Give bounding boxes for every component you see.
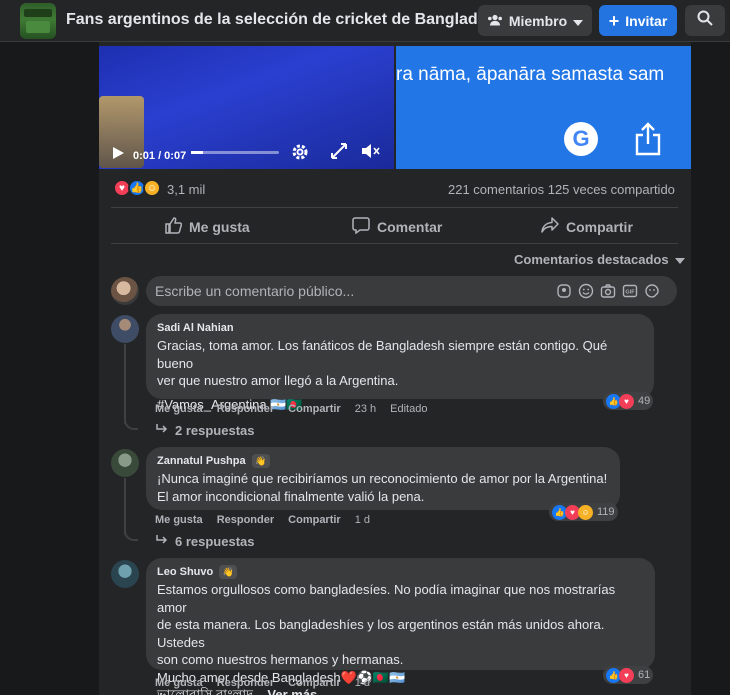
comment-reaction-count: 119 xyxy=(597,506,615,518)
comment-reply-link[interactable]: Responder xyxy=(217,514,274,526)
comment-bubble: Zannatul Pushpa 👋 ¡Nunca imaginé que rec… xyxy=(146,447,620,510)
gif-icon[interactable]: GIF xyxy=(622,283,638,299)
love-reaction-icon: ♥ xyxy=(619,393,634,409)
translation-panel: ra nāma, āpanāra samasta sam G xyxy=(396,46,691,169)
comment-reaction-count: 49 xyxy=(638,395,651,407)
comments-shares-count[interactable]: 221 comentarios 125 veces compartido xyxy=(448,182,675,197)
comment-share-link[interactable]: Compartir xyxy=(288,677,341,689)
comment-reaction-count: 61 xyxy=(638,669,651,681)
reply-arrow-icon xyxy=(155,423,169,438)
sticker-avatar-icon[interactable] xyxy=(556,283,572,299)
comment-author[interactable]: Sadi Al Nahian xyxy=(157,322,234,334)
comment-reactions[interactable]: 👍 ♥ 49 xyxy=(603,392,654,410)
comment-meta: Me gusta Responder Compartir 23 h Editad… xyxy=(155,403,427,415)
member-button[interactable]: Miembro xyxy=(478,5,592,36)
share-action-button[interactable]: Compartir xyxy=(541,216,633,237)
plus-icon: + xyxy=(608,10,620,31)
video-time: 0:01 / 0:07 xyxy=(133,150,187,162)
group-cover-thumbnail[interactable] xyxy=(20,3,56,39)
google-icon[interactable]: G xyxy=(564,122,598,156)
share-action-label: Compartir xyxy=(566,218,633,235)
comment-like-link[interactable]: Me gusta xyxy=(155,514,203,526)
thumbs-up-icon xyxy=(164,216,183,237)
commenter-avatar[interactable] xyxy=(111,315,139,343)
caret-down-icon xyxy=(674,252,685,267)
care-reaction-icon: ☺ xyxy=(578,504,593,520)
commenter-avatar[interactable] xyxy=(111,560,139,588)
members-icon xyxy=(487,13,503,29)
reactions-count[interactable]: 3,1 mil xyxy=(167,182,205,197)
svg-text:GIF: GIF xyxy=(625,290,635,296)
like-action-label: Me gusta xyxy=(189,218,250,235)
comment-meta: Me gusta Responder Compartir 1 d xyxy=(155,514,370,526)
comment-text: Gracias, toma amor. Los fanáticos de Ban… xyxy=(157,338,608,388)
translation-text: ra nāma, āpanāra samasta sam xyxy=(396,64,665,85)
comment-reactions[interactable]: 👍 ♥ 61 xyxy=(603,666,654,684)
video-player[interactable]: 0:01 / 0:07 xyxy=(99,46,394,169)
comment-sort-dropdown[interactable]: Comentarios destacados xyxy=(514,252,685,267)
comment-like-link[interactable]: Me gusta xyxy=(155,677,203,689)
search-button[interactable] xyxy=(685,5,725,36)
member-button-label: Miembro xyxy=(508,12,568,29)
user-avatar[interactable] xyxy=(111,277,139,305)
comment-reactions[interactable]: 👍 ♥ ☺ 119 xyxy=(549,503,618,521)
camera-icon[interactable] xyxy=(600,283,616,299)
invite-button[interactable]: + Invitar xyxy=(599,5,677,36)
comment-bubble: Leo Shuvo 👋 Estamos orgullosos como bang… xyxy=(146,558,655,695)
commenter-avatar[interactable] xyxy=(111,449,139,477)
comment-meta: Me gusta Responder Compartir 1 d xyxy=(155,677,370,689)
comment-author[interactable]: Zannatul Pushpa xyxy=(157,455,246,467)
wave-badge-icon: 👋 xyxy=(251,454,270,468)
like-action-button[interactable]: Me gusta xyxy=(164,216,250,237)
comment-action-button[interactable]: Comentar xyxy=(352,216,442,237)
comment-reply-link[interactable]: Responder xyxy=(217,677,274,689)
comment-like-link[interactable]: Me gusta xyxy=(155,403,203,415)
thread-line xyxy=(124,344,126,424)
reaction-icons[interactable]: ♥ 👍 ☺ xyxy=(113,179,163,199)
comment-edited-label: Editado xyxy=(390,403,428,415)
comment-timestamp[interactable]: 23 h xyxy=(355,403,376,415)
search-icon xyxy=(697,10,713,31)
comment-bubble: Sadi Al Nahian Gracias, toma amor. Los f… xyxy=(146,314,654,412)
comment-author[interactable]: Leo Shuvo xyxy=(157,566,213,578)
replies-count: 2 respuestas xyxy=(175,423,255,438)
comment-share-link[interactable]: Compartir xyxy=(288,403,341,415)
divider xyxy=(111,207,678,208)
fullscreen-icon[interactable] xyxy=(330,142,348,165)
reply-arrow-icon xyxy=(155,534,169,549)
sticker-icon[interactable] xyxy=(644,283,660,299)
play-icon[interactable] xyxy=(111,146,125,165)
composer-tools: GIF xyxy=(556,283,660,299)
comment-timestamp[interactable]: 1 d xyxy=(355,677,370,689)
share-upload-icon[interactable] xyxy=(634,122,662,161)
comment-action-label: Comentar xyxy=(377,218,443,235)
comment-text: ¡Nunca imaginé que recibiríamos un recon… xyxy=(157,471,608,504)
emoji-icon[interactable] xyxy=(578,283,594,299)
care-reaction-icon: ☺ xyxy=(143,179,161,197)
wave-badge-icon: 👋 xyxy=(219,565,238,579)
love-reaction-icon: ♥ xyxy=(619,667,634,683)
view-replies-button[interactable]: 6 respuestas xyxy=(155,534,255,549)
divider xyxy=(111,243,678,244)
group-title[interactable]: Fans argentinos de la selección de crick… xyxy=(66,11,505,29)
invite-button-label: Invitar xyxy=(625,12,668,29)
comment-reply-link[interactable]: Responder xyxy=(217,403,274,415)
speech-bubble-icon xyxy=(352,216,370,237)
mute-icon[interactable] xyxy=(361,142,381,165)
group-header-bar: Fans argentinos de la selección de crick… xyxy=(0,0,730,42)
comment-sort-label: Comentarios destacados xyxy=(514,252,669,267)
caret-down-icon xyxy=(573,13,584,29)
replies-count: 6 respuestas xyxy=(175,534,255,549)
view-replies-button[interactable]: 2 respuestas xyxy=(155,423,255,438)
comment-share-link[interactable]: Compartir xyxy=(288,514,341,526)
gear-icon[interactable] xyxy=(290,142,310,167)
share-arrow-icon xyxy=(541,216,559,237)
comment-text: Estamos orgullosos como bangladesíes. No… xyxy=(157,582,616,685)
video-progress-bar[interactable] xyxy=(191,151,279,154)
comment-timestamp[interactable]: 1 d xyxy=(355,514,370,526)
